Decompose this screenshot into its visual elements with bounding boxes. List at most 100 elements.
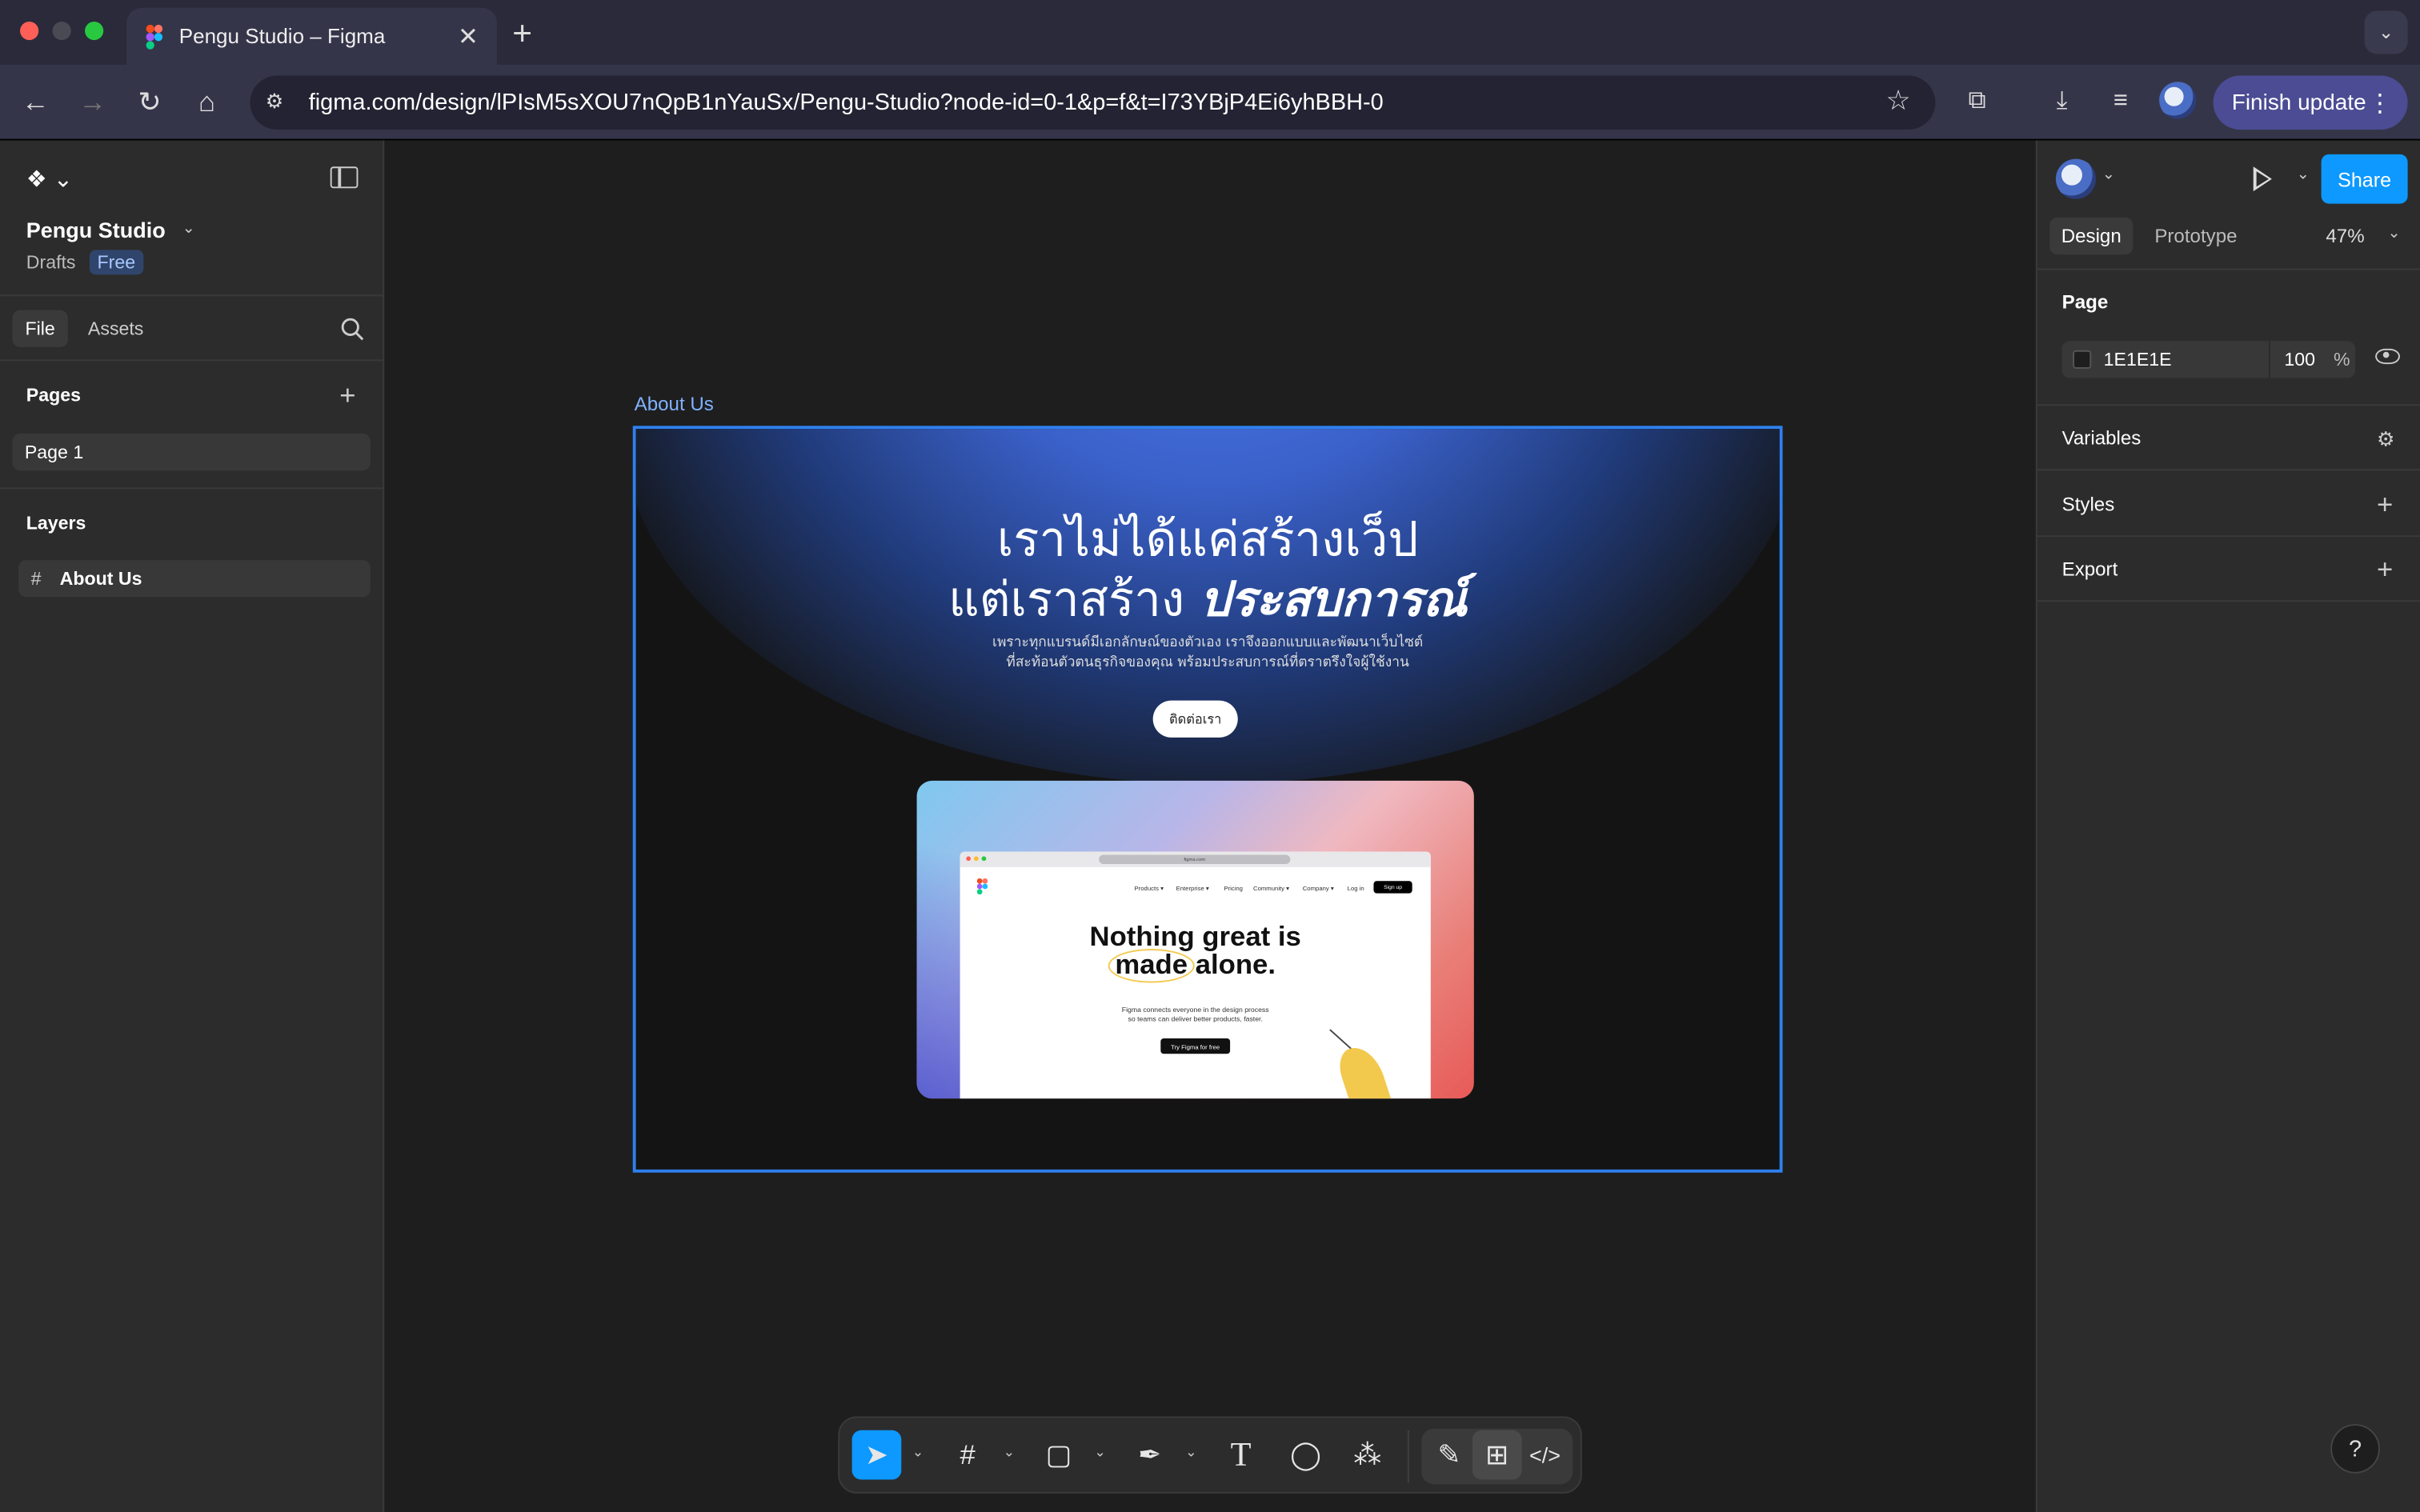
- plan-badge[interactable]: Free: [89, 250, 143, 275]
- help-button[interactable]: ?: [2330, 1424, 2380, 1474]
- close-window-button[interactable]: [20, 22, 39, 41]
- frame-icon: #: [30, 567, 42, 590]
- chevron-down-icon[interactable]: ⌄: [912, 1444, 924, 1461]
- layer-item[interactable]: # About Us: [18, 560, 371, 598]
- profile-avatar[interactable]: [2159, 82, 2197, 119]
- bookmark-star-icon[interactable]: ☆: [1885, 85, 1910, 118]
- drafts-label[interactable]: Drafts: [26, 251, 76, 273]
- close-tab-icon[interactable]: ✕: [458, 21, 479, 52]
- comment-tool-icon[interactable]: ◯: [1281, 1430, 1331, 1480]
- mockup-dot: [981, 856, 987, 862]
- mockup-browser-chrome: figma.com: [960, 851, 1431, 867]
- chevron-down-icon[interactable]: ⌄: [1094, 1444, 1106, 1461]
- draw-mode-icon[interactable]: ✎: [1424, 1430, 1474, 1480]
- chevron-down-icon[interactable]: ⌄: [1004, 1444, 1016, 1461]
- chevron-down-icon[interactable]: ⌄: [2388, 226, 2401, 242]
- finish-update-button[interactable]: Finish update ⋮: [2213, 75, 2408, 130]
- mockup-cta-button: Try Figma for free: [1160, 1038, 1231, 1054]
- present-play-icon[interactable]: [2253, 166, 2272, 192]
- figma-favicon-icon: [146, 23, 163, 49]
- mockup-subtext-line2: so teams can deliver better products, fa…: [1128, 1015, 1263, 1023]
- mockup-signup-button: Sign up: [1373, 881, 1412, 894]
- hero-subtext-line2: ที่สะท้อนตัวตนธุรกิจของคุณ พร้อมประสบการ…: [1006, 655, 1409, 671]
- forward-icon[interactable]: →: [74, 83, 111, 120]
- browser-tab[interactable]: Pengu Studio – Figma ✕: [126, 7, 498, 66]
- tab-prototype[interactable]: Prototype: [2154, 226, 2237, 247]
- maximize-window-button[interactable]: [85, 22, 104, 41]
- design-mode-icon[interactable]: ⊞: [1472, 1430, 1522, 1480]
- mockup-headline-line1: Nothing great is: [1089, 921, 1301, 952]
- divider: [2037, 600, 2420, 602]
- design-canvas[interactable]: About Us เราไม่ได้แค่สร้างเว็ป แต่เราสร้…: [386, 140, 2034, 1512]
- more-menu-icon[interactable]: ⋮: [2367, 87, 2392, 118]
- mockup-nav-item: Community ▾: [1253, 884, 1290, 892]
- add-export-icon[interactable]: +: [2377, 555, 2393, 583]
- user-avatar[interactable]: [2055, 158, 2097, 199]
- minimize-window-button[interactable]: [52, 22, 71, 41]
- page-fill-field[interactable]: 1E1E1E 100 %: [2061, 341, 2356, 378]
- divider: [0, 359, 385, 362]
- mockup-nav-item: Log in: [1347, 884, 1364, 892]
- home-icon[interactable]: ⌂: [188, 83, 225, 120]
- website-mockup: figma.com Products ▾ Enterprise ▾ Pricin…: [916, 780, 1474, 1099]
- new-tab-icon[interactable]: +: [512, 14, 532, 54]
- actions-tool-icon[interactable]: ⁂: [1343, 1430, 1392, 1480]
- hero-heading-emphasis: ประสบการณ์: [1200, 572, 1468, 628]
- export-title: Export: [2061, 558, 2118, 581]
- mockup-nav-item: Pricing: [1224, 884, 1243, 892]
- chevron-down-icon[interactable]: ⌄: [1185, 1444, 1197, 1461]
- dev-mode-icon[interactable]: </>: [1521, 1430, 1570, 1480]
- frame-label[interactable]: About Us: [635, 394, 714, 415]
- reload-icon[interactable]: ↻: [131, 83, 168, 120]
- download-icon[interactable]: ⤓: [2045, 85, 2078, 118]
- divider: [2037, 268, 2420, 270]
- search-icon[interactable]: [339, 316, 364, 341]
- chevron-down-icon[interactable]: ⌄: [2102, 166, 2115, 183]
- address-bar[interactable]: ⚙ figma.com/design/lPIsM5sXOU7nQpB1nYauS…: [250, 75, 1936, 130]
- tab-file[interactable]: File: [12, 310, 68, 347]
- divider: [2037, 404, 2420, 406]
- mockup-dot: [973, 856, 979, 862]
- color-swatch[interactable]: [2073, 350, 2092, 369]
- figma-menu-icon[interactable]: ❖ ⌄: [26, 165, 73, 193]
- browser-toolbar: ← → ↻ ⌂ ⚙ figma.com/design/lPIsM5sXOU7nQ…: [0, 65, 2420, 141]
- toggle-sidebar-icon[interactable]: [330, 166, 359, 189]
- divider: [2037, 469, 2420, 471]
- back-icon[interactable]: ←: [17, 83, 54, 120]
- extensions-icon[interactable]: ⧉: [1960, 85, 1993, 118]
- site-settings-icon[interactable]: ⚙: [266, 90, 294, 118]
- share-button[interactable]: Share: [2321, 154, 2408, 204]
- reading-list-icon[interactable]: ≡: [2104, 85, 2138, 118]
- about-us-frame[interactable]: เราไม่ได้แค่สร้างเว็ป แต่เราสร้าง ประสบก…: [632, 426, 1783, 1173]
- eye-icon[interactable]: [2375, 348, 2400, 365]
- fill-hex-value[interactable]: 1E1E1E: [2104, 349, 2172, 370]
- variables-icon[interactable]: ⚙: [2377, 427, 2394, 452]
- zoom-level[interactable]: 47%: [2326, 226, 2364, 247]
- divider: [1407, 1430, 1409, 1483]
- project-name[interactable]: Pengu Studio: [26, 218, 166, 242]
- left-sidebar: ❖ ⌄ Pengu Studio ⌄ Drafts Free File Asse…: [0, 140, 385, 1512]
- move-tool-icon[interactable]: ➤: [851, 1430, 902, 1480]
- tab-assets[interactable]: Assets: [88, 318, 143, 339]
- divider: [2269, 341, 2270, 378]
- add-page-icon[interactable]: +: [339, 381, 355, 409]
- page-item-label: Page 1: [24, 441, 84, 463]
- text-tool-icon[interactable]: T: [1216, 1430, 1266, 1480]
- frame-tool-icon[interactable]: #: [943, 1430, 992, 1480]
- contact-button: ติดต่อเรา: [1152, 700, 1238, 738]
- tab-design[interactable]: Design: [2049, 217, 2134, 255]
- mockup-highlight-circle: [1108, 949, 1195, 983]
- pen-tool-icon[interactable]: ✒: [1125, 1430, 1175, 1480]
- chevron-down-icon[interactable]: ⌄: [182, 221, 195, 238]
- mockup-nav-item: Products ▾: [1134, 884, 1164, 892]
- variables-title: Variables: [2061, 427, 2142, 450]
- page-item[interactable]: Page 1: [12, 433, 371, 471]
- mockup-subtext-line1: Figma connects everyone in the design pr…: [1121, 1006, 1269, 1014]
- tab-search-icon[interactable]: ⌄: [2364, 10, 2408, 54]
- add-style-icon[interactable]: +: [2377, 490, 2393, 518]
- page-section-title: Page: [2061, 291, 2109, 314]
- layer-item-label: About Us: [59, 567, 142, 590]
- chevron-down-icon[interactable]: ⌄: [2297, 166, 2310, 183]
- fill-opacity-value[interactable]: 100: [2284, 349, 2315, 370]
- rectangle-tool-icon[interactable]: ▢: [1034, 1430, 1084, 1480]
